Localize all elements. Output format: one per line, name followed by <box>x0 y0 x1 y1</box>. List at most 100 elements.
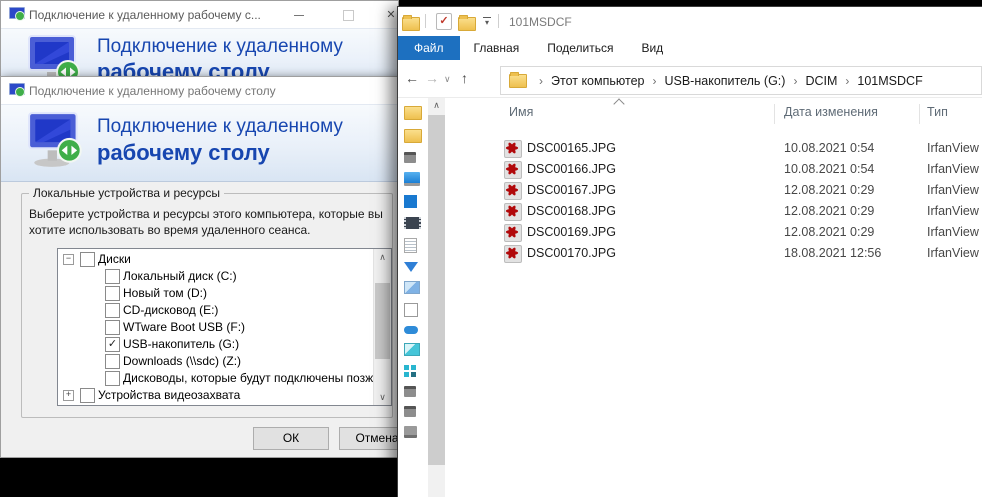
nav-media-icon[interactable] <box>404 343 420 356</box>
nav-downloads-icon[interactable] <box>404 262 418 272</box>
nav-device-icon[interactable] <box>404 152 416 163</box>
nav-documents-icon[interactable] <box>404 238 417 253</box>
checkbox[interactable] <box>105 269 120 284</box>
history-dropdown-icon[interactable]: ∨ <box>444 74 451 85</box>
separator <box>425 14 426 28</box>
banner-title-line1: Подключение к удаленному <box>97 36 343 58</box>
tree-scrollbar[interactable]: ∧ ∨ <box>373 249 391 405</box>
nav-network-icon[interactable] <box>404 426 417 438</box>
qa-customize-dropdown-icon[interactable]: ▾ <box>481 17 493 27</box>
file-list: Имя Дата изменения Тип DSC00165.JPG 10.0… <box>447 98 982 497</box>
checkbox-checked[interactable]: ✓ <box>105 337 120 352</box>
dialog-titlebar[interactable]: Подключение к удаленному рабочему с... ✕ <box>1 1 398 28</box>
close-icon[interactable]: ✕ <box>376 7 399 23</box>
banner-title-line1: Подключение к удаленному <box>97 116 343 138</box>
irfanview-jpg-icon <box>504 182 522 200</box>
rdp-dialog-front: Подключение к удаленному рабочему столу … <box>0 76 399 458</box>
tab-share[interactable]: Поделиться <box>533 36 627 60</box>
breadcrumb-dcim[interactable]: DCIM <box>803 74 839 88</box>
irfanview-jpg-icon <box>504 245 522 263</box>
column-header-type[interactable]: Тип <box>927 105 948 119</box>
breadcrumb-usb-drive[interactable]: USB-накопитель (G:) <box>662 74 787 88</box>
checkbox[interactable] <box>80 252 95 267</box>
window-title: 101MSDCF <box>509 15 572 29</box>
qa-new-folder-icon[interactable] <box>458 17 476 31</box>
rdp-logo-icon <box>27 110 89 170</box>
back-icon[interactable]: ← <box>405 70 419 86</box>
file-row[interactable]: DSC00170.JPG 18.08.2021 12:56 IrfanView … <box>447 243 982 264</box>
checkbox[interactable] <box>80 388 95 403</box>
file-row[interactable]: DSC00167.JPG 12.08.2021 0:29 IrfanView J… <box>447 180 982 201</box>
nav-device-icon[interactable] <box>404 386 416 397</box>
maximize-button[interactable] <box>333 7 363 23</box>
tree-item-video-capture[interactable]: + Устройства видеозахвата <box>58 387 391 404</box>
scrollbar-thumb[interactable] <box>428 115 445 465</box>
tree-item-drive-g[interactable]: ✓ USB-накопитель (G:) <box>58 336 391 353</box>
file-row[interactable]: DSC00168.JPG 12.08.2021 0:29 IrfanView J… <box>447 201 982 222</box>
column-header-modified[interactable]: Дата изменения <box>784 105 878 119</box>
banner-title-line2: рабочему столу <box>97 140 270 166</box>
tree-item-disks[interactable]: − Диски <box>58 251 391 268</box>
dialog-title: Подключение к удаленному рабочему с... <box>29 8 261 22</box>
nav-device-icon[interactable] <box>404 406 416 417</box>
tab-view[interactable]: Вид <box>627 36 677 60</box>
tab-home[interactable]: Главная <box>460 36 534 60</box>
tree-item-future-drives[interactable]: Дисководы, которые будут подключены позж… <box>58 370 391 387</box>
desktop-screen: Подключение к удаленному рабочему с... ✕… <box>0 0 982 497</box>
nav-pictures-icon[interactable] <box>404 281 420 294</box>
cancel-button[interactable]: Отмена <box>339 427 399 450</box>
expand-icon[interactable]: + <box>63 390 74 401</box>
tree-item-drive-e[interactable]: CD-дисковод (E:) <box>58 302 391 319</box>
checkbox[interactable] <box>105 303 120 318</box>
description-line1: Выберите устройства и ресурсы этого комп… <box>29 207 383 221</box>
nav-folder-icon[interactable] <box>404 106 422 120</box>
column-header-name[interactable]: Имя <box>509 105 533 119</box>
nav-folder-icon[interactable] <box>404 129 422 143</box>
minimize-button[interactable] <box>284 7 314 23</box>
scroll-down-icon[interactable]: ∨ <box>374 389 391 405</box>
breadcrumb-101msdcf[interactable]: 101MSDCF <box>855 74 924 88</box>
explorer-titlebar[interactable]: ✓ ▾ 101MSDCF <box>398 7 982 36</box>
scroll-up-icon[interactable]: ∧ <box>428 100 445 111</box>
dialog-titlebar[interactable]: Подключение к удаленному рабочему столу <box>1 77 398 104</box>
nav-videos-icon[interactable] <box>404 217 421 229</box>
address-folder-icon <box>509 74 527 88</box>
file-row[interactable]: DSC00169.JPG 12.08.2021 0:29 IrfanView J… <box>447 222 982 243</box>
collapse-icon[interactable]: − <box>63 254 74 265</box>
scroll-up-icon[interactable]: ∧ <box>374 249 391 265</box>
groupbox-label: Локальные устройства и ресурсы <box>29 186 224 200</box>
column-separator[interactable] <box>774 104 775 124</box>
nav-desktop-icon[interactable] <box>404 195 417 208</box>
ok-button[interactable]: ОК <box>253 427 329 450</box>
navpane-scrollbar[interactable]: ∧ <box>428 98 445 497</box>
tab-file[interactable]: Файл <box>398 36 460 60</box>
nav-this-pc-icon[interactable] <box>404 172 420 186</box>
forward-icon[interactable]: → <box>425 70 439 86</box>
nav-item-icon[interactable] <box>404 303 418 317</box>
breadcrumb-chevron: › <box>646 74 662 88</box>
description-line2: хотите использовать во время удаленного … <box>29 223 311 237</box>
checkbox[interactable] <box>105 371 120 386</box>
breadcrumb-this-pc[interactable]: Этот компьютер <box>549 74 646 88</box>
irfanview-jpg-icon <box>504 224 522 242</box>
column-separator[interactable] <box>919 104 920 124</box>
checkbox[interactable] <box>105 286 120 301</box>
irfanview-jpg-icon <box>504 140 522 158</box>
up-icon[interactable]: ↑ <box>461 70 468 86</box>
address-bar[interactable]: › Этот компьютер › USB-накопитель (G:) ›… <box>500 66 982 95</box>
tree-item-drive-z[interactable]: Downloads (\\sdc) (Z:) <box>58 353 391 370</box>
tree-item-drive-c[interactable]: Локальный диск (C:) <box>58 268 391 285</box>
qa-properties-icon[interactable]: ✓ <box>436 13 452 30</box>
breadcrumb-chevron: › <box>839 74 855 88</box>
nav-apps-icon[interactable] <box>404 365 409 370</box>
navigation-pane[interactable]: ∧ <box>398 98 447 497</box>
tree-item-drive-f[interactable]: WTware Boot USB (F:) <box>58 319 391 336</box>
file-row[interactable]: DSC00165.JPG 10.08.2021 0:54 IrfanView J… <box>447 138 982 159</box>
file-row[interactable]: DSC00166.JPG 10.08.2021 0:54 IrfanView J… <box>447 159 982 180</box>
checkbox[interactable] <box>105 354 120 369</box>
checkbox[interactable] <box>105 320 120 335</box>
window-folder-icon <box>402 17 420 31</box>
tree-item-drive-d[interactable]: Новый том (D:) <box>58 285 391 302</box>
nav-onedrive-icon[interactable] <box>404 326 418 334</box>
scrollbar-thumb[interactable] <box>375 283 390 359</box>
